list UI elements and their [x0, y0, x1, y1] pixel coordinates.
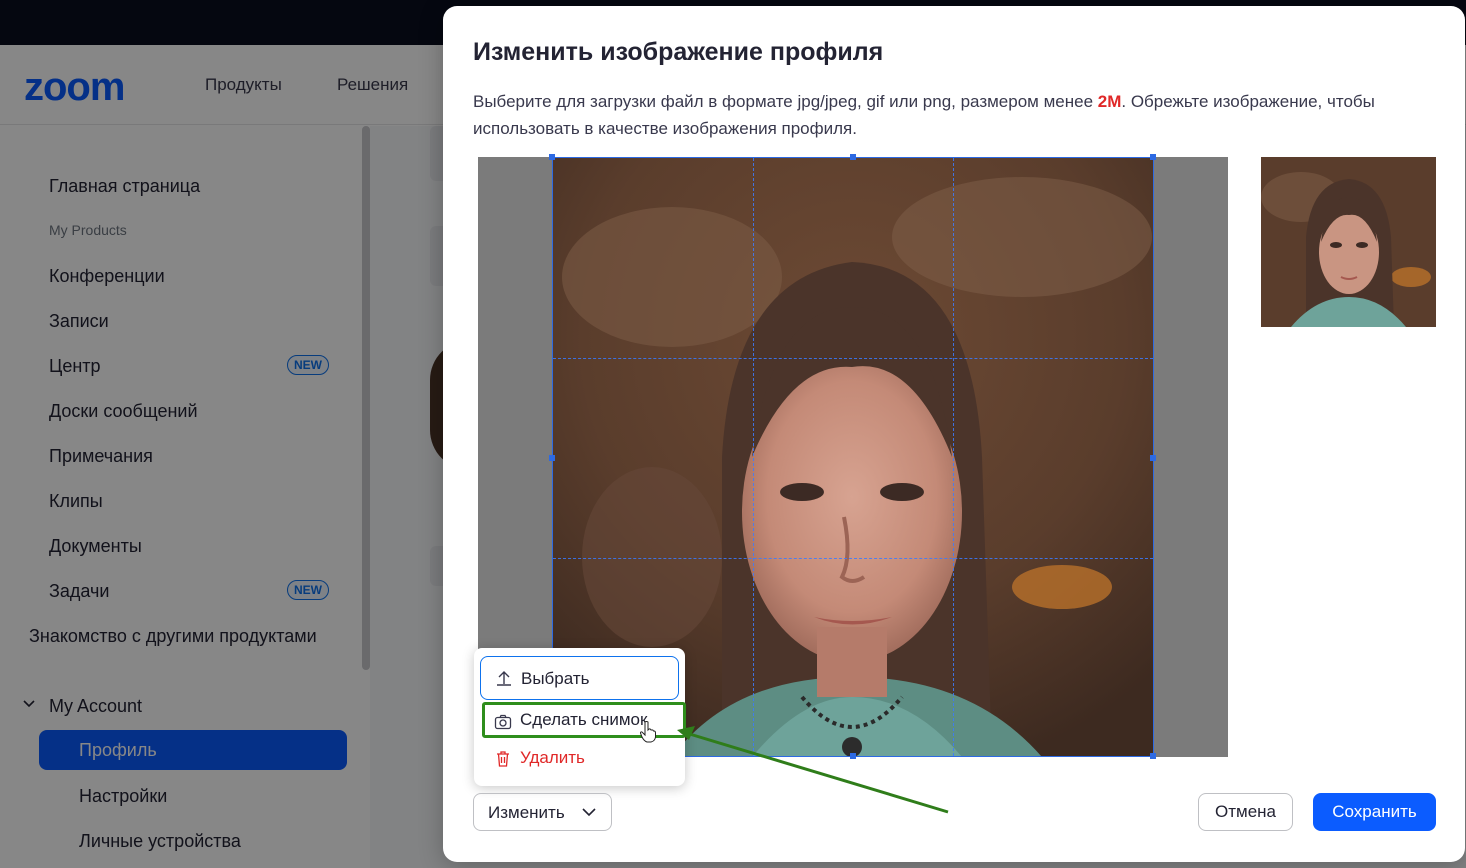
crop-grid-line	[553, 358, 1153, 359]
crop-grid-line	[953, 158, 954, 756]
menu-item-choose[interactable]: Выбрать	[480, 656, 679, 700]
profile-preview	[1261, 157, 1436, 327]
upload-icon	[497, 671, 511, 686]
crop-grid-line	[753, 158, 754, 756]
trash-icon	[497, 751, 509, 767]
crop-handle[interactable]	[850, 154, 856, 160]
crop-handle[interactable]	[850, 753, 856, 759]
change-button-label: Изменить	[488, 803, 565, 822]
save-button[interactable]: Сохранить	[1313, 793, 1436, 831]
change-button[interactable]: Изменить	[473, 793, 612, 831]
crop-handle[interactable]	[1150, 753, 1156, 759]
dialog-description: Выберите для загрузки файл в формате jpg…	[473, 88, 1448, 142]
crop-grid-line	[553, 558, 1153, 559]
dialog-title: Изменить изображение профиля	[473, 38, 884, 66]
max-size: 2M	[1097, 92, 1122, 111]
crop-handle[interactable]	[549, 455, 555, 461]
crop-handle[interactable]	[1150, 455, 1156, 461]
menu-item-delete[interactable]: Удалить	[480, 742, 679, 782]
crop-handle[interactable]	[1150, 154, 1156, 160]
change-profile-picture-dialog: Изменить изображение профиля Выберите дл…	[443, 6, 1465, 862]
hand-cursor-icon	[639, 721, 656, 743]
menu-item-label: Выбрать	[521, 669, 590, 688]
desc-text: Выберите для загрузки файл в формате jpg…	[473, 92, 1098, 111]
chevron-down-icon	[582, 808, 596, 817]
cancel-button[interactable]: Отмена	[1198, 793, 1293, 831]
menu-item-label: Удалить	[520, 748, 585, 767]
crop-handle[interactable]	[549, 154, 555, 160]
